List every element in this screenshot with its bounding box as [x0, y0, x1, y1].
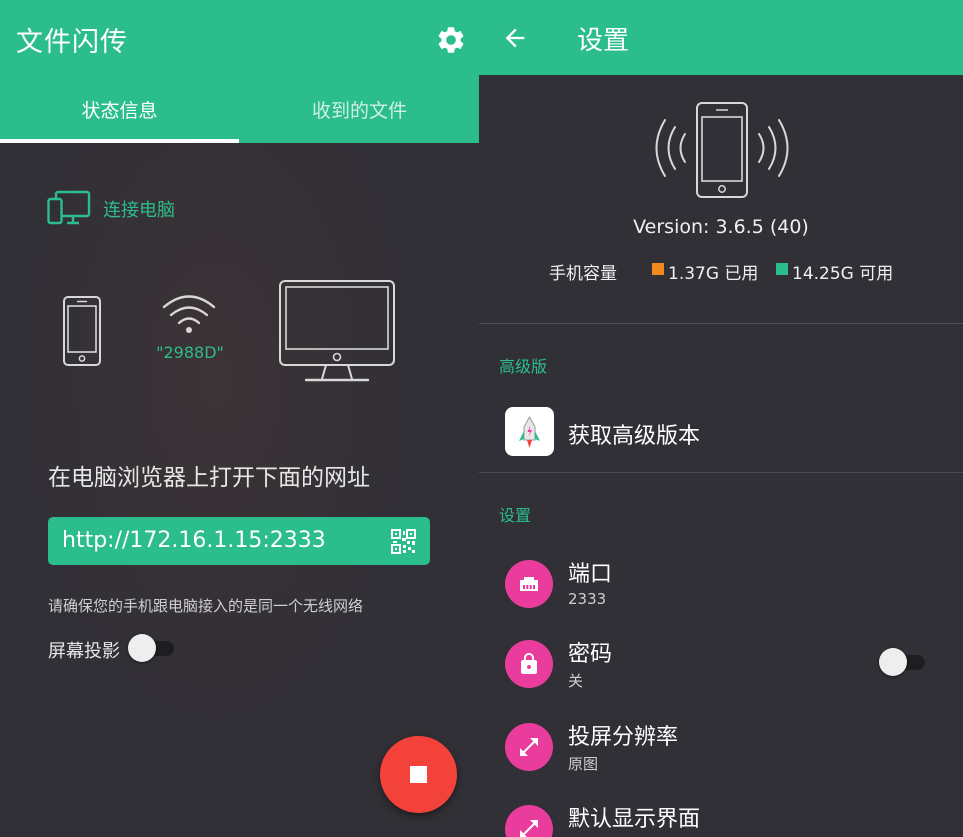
setting-title: 默认显示界面 [568, 801, 700, 833]
tab-bar: 状态信息 收到的文件 [0, 85, 479, 143]
setting-default-screen[interactable]: 默认显示界面 [479, 795, 963, 837]
setting-password[interactable]: 密码 关 [479, 630, 963, 698]
switch-thumb [128, 634, 156, 662]
divider [479, 472, 963, 473]
url-field[interactable]: http://172.16.1.15:2333 [48, 517, 430, 565]
gear-icon[interactable] [435, 24, 467, 56]
app-bar: 文件闪传 状态信息 收到的文件 [0, 0, 479, 143]
setting-title: 密码 [568, 636, 612, 668]
ethernet-port-icon [505, 560, 553, 608]
used-storage: 1.37G 已用 [668, 259, 758, 284]
devices-icon [47, 190, 91, 226]
get-premium-item[interactable]: 获取高级版本 [479, 400, 963, 464]
back-arrow-icon[interactable] [501, 24, 529, 52]
phone-icon [62, 295, 102, 367]
stop-icon [410, 766, 427, 783]
setting-value: 原图 [568, 753, 598, 774]
screen-mirror-toggle[interactable] [128, 634, 178, 662]
wifi-ssid: "2988D" [151, 343, 229, 362]
settings-app-bar: 设置 [479, 0, 963, 75]
app-version: Version: 3.6.5 (40) [479, 216, 963, 238]
free-storage-swatch [776, 263, 788, 275]
screen-mirror-label: 屏幕投影 [48, 637, 120, 663]
tab-status-info[interactable]: 状态信息 [0, 85, 239, 143]
setting-mirror-resolution[interactable]: 投屏分辨率 原图 [479, 713, 963, 781]
stop-server-button[interactable] [380, 736, 457, 813]
setting-title: 投屏分辨率 [568, 719, 678, 751]
rocket-icon [505, 407, 554, 456]
setting-value: 2333 [568, 590, 606, 608]
settings-screen: 设置 Version: 3.6.5 (40) 手机容量 1.37G 已用 14.… [479, 0, 963, 837]
lock-icon [505, 640, 553, 688]
setting-value: 关 [568, 670, 583, 691]
qr-code-icon[interactable] [391, 529, 416, 554]
expand-arrows-icon [505, 723, 553, 771]
switch-thumb [879, 648, 907, 676]
wifi-icon [160, 292, 218, 336]
expand-arrows-icon [505, 805, 553, 837]
server-url[interactable]: http://172.16.1.15:2333 [62, 528, 326, 553]
connect-computer-label: 连接电脑 [103, 196, 175, 222]
password-toggle[interactable] [879, 648, 929, 676]
app-title: 文件闪传 [16, 20, 128, 59]
section-header-premium: 高级版 [499, 353, 547, 377]
instruction-text: 在电脑浏览器上打开下面的网址 [48, 458, 370, 492]
phone-broadcast-icon [643, 100, 801, 200]
setting-port[interactable]: 端口 2333 [479, 550, 963, 618]
section-header-settings: 设置 [499, 502, 531, 526]
setting-title: 端口 [568, 556, 612, 588]
network-hint: 请确保您的手机跟电脑接入的是同一个无线网络 [48, 595, 363, 616]
divider [479, 323, 963, 324]
get-premium-label: 获取高级版本 [568, 418, 700, 450]
file-transfer-main-screen: 文件闪传 状态信息 收到的文件 连接电脑 "2988D" [0, 0, 479, 837]
storage-label: 手机容量 [549, 259, 617, 284]
settings-title: 设置 [577, 20, 629, 57]
tab-indicator [0, 139, 239, 143]
free-storage: 14.25G 可用 [792, 259, 893, 284]
used-storage-swatch [652, 263, 664, 275]
tab-received-files[interactable]: 收到的文件 [240, 85, 479, 143]
monitor-icon [278, 279, 396, 383]
